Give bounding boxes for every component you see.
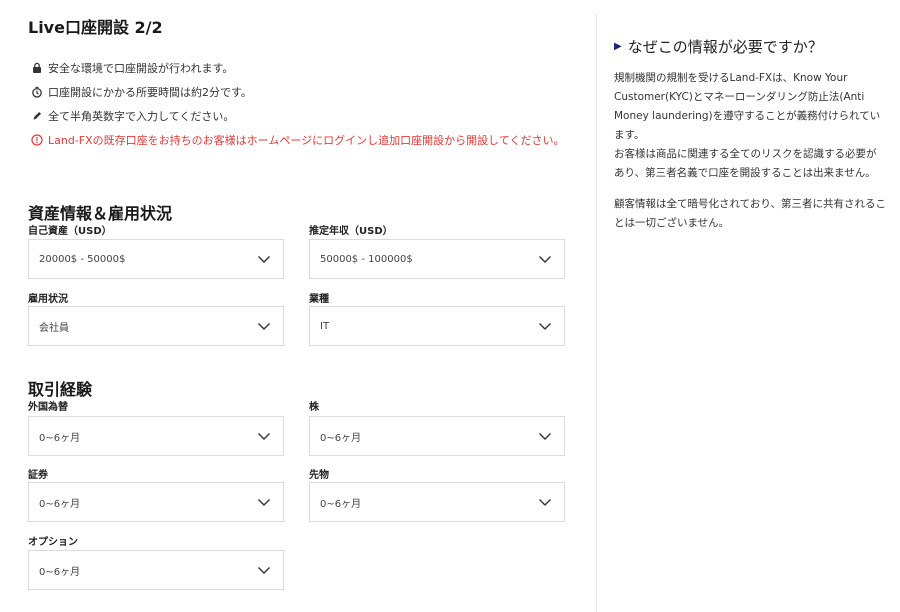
pen-icon — [30, 109, 44, 123]
forex-select[interactable]: 0~6ヶ月 — [28, 416, 284, 456]
securities-label: 証券 — [28, 470, 48, 481]
select-value: 50000$ - 100000$ — [320, 253, 413, 265]
chevron-down-icon — [258, 499, 270, 506]
own-assets-label: 自己資産（USD） — [28, 226, 112, 237]
select-value: 0~6ヶ月 — [39, 432, 81, 444]
note-existing-account: Land-FXの既存口座をお持ちのお客様はホームページにログインし追加口座開設か… — [30, 128, 564, 152]
options-select[interactable]: 0~6ヶ月 — [28, 550, 284, 590]
experience-section-title: 取引経験 — [28, 380, 93, 399]
chevron-down-icon — [258, 433, 270, 440]
select-value: 20000$ - 50000$ — [39, 253, 126, 265]
employment-status-select[interactable]: 会社員 — [28, 306, 284, 346]
futures-label: 先物 — [309, 470, 329, 481]
select-value: 0~6ヶ月 — [320, 432, 362, 444]
notes-list: 安全な環境で口座開設が行われます。 口座開設にかかる所要時間は約2分です。 全て… — [30, 56, 564, 152]
industry-label: 業種 — [309, 294, 329, 305]
note-text: 全て半角英数字で入力してください。 — [48, 110, 235, 123]
note-text: Land-FXの既存口座をお持ちのお客様はホームページにログインし追加口座開設か… — [48, 134, 565, 147]
note-text: 安全な環境で口座開設が行われます。 — [48, 62, 234, 75]
panel-divider — [596, 14, 597, 612]
select-value: 会社員 — [39, 322, 69, 334]
alert-circle-icon — [30, 133, 44, 147]
chevron-down-icon — [258, 567, 270, 574]
note-text: 口座開設にかかる所要時間は約2分です。 — [48, 86, 252, 99]
securities-select[interactable]: 0~6ヶ月 — [28, 482, 284, 522]
stocks-label: 株 — [309, 402, 319, 413]
sidebar-paragraph: 規制機関の規制を受けるLand-FXは、Know Your Customer(K… — [614, 72, 881, 179]
chevron-down-icon — [539, 323, 551, 330]
sidebar-title-text: なぜこの情報が必要ですか？ — [627, 38, 823, 56]
sidebar-paragraph: 顧客情報は全て暗号化されており、第三者に共有されることは一切ございません。 — [614, 198, 886, 229]
page-title: Live口座開設 2/2 — [28, 18, 163, 37]
note-secure: 安全な環境で口座開設が行われます。 — [30, 56, 564, 80]
annual-income-select[interactable]: 50000$ - 100000$ — [309, 239, 565, 279]
timer-icon — [30, 85, 44, 99]
employment-status-label: 雇用状況 — [28, 294, 68, 305]
chevron-down-icon — [539, 433, 551, 440]
futures-select[interactable]: 0~6ヶ月 — [309, 482, 565, 522]
chevron-down-icon — [539, 256, 551, 263]
select-value: IT — [320, 320, 330, 332]
select-value: 0~6ヶ月 — [39, 566, 81, 578]
options-label: オプション — [28, 537, 78, 548]
assets-section-title: 資産情報＆雇用状況 — [28, 204, 173, 223]
chevron-down-icon — [258, 256, 270, 263]
note-input: 全て半角英数字で入力してください。 — [30, 104, 564, 128]
stocks-select[interactable]: 0~6ヶ月 — [309, 416, 565, 456]
annual-income-label: 推定年収（USD） — [309, 226, 393, 237]
form-panel: Live口座開設 2/2 安全な環境で口座開設が行われます。 口座開設にかかる所… — [0, 0, 596, 612]
chevron-down-icon — [258, 323, 270, 330]
select-value: 0~6ヶ月 — [320, 498, 362, 510]
lock-icon — [30, 61, 44, 75]
industry-select[interactable]: IT — [309, 306, 565, 346]
note-time: 口座開設にかかる所要時間は約2分です。 — [30, 80, 564, 104]
chevron-down-icon — [539, 499, 551, 506]
info-sidebar: ▶ なぜこの情報が必要ですか？ 規制機関の規制を受けるLand-FXは、Know… — [614, 36, 886, 233]
select-value: 0~6ヶ月 — [39, 498, 81, 510]
triangle-right-icon: ▶ — [614, 41, 622, 52]
sidebar-title: ▶ なぜこの情報が必要ですか？ — [614, 36, 886, 57]
forex-label: 外国為替 — [28, 402, 68, 413]
own-assets-select[interactable]: 20000$ - 50000$ — [28, 239, 284, 279]
